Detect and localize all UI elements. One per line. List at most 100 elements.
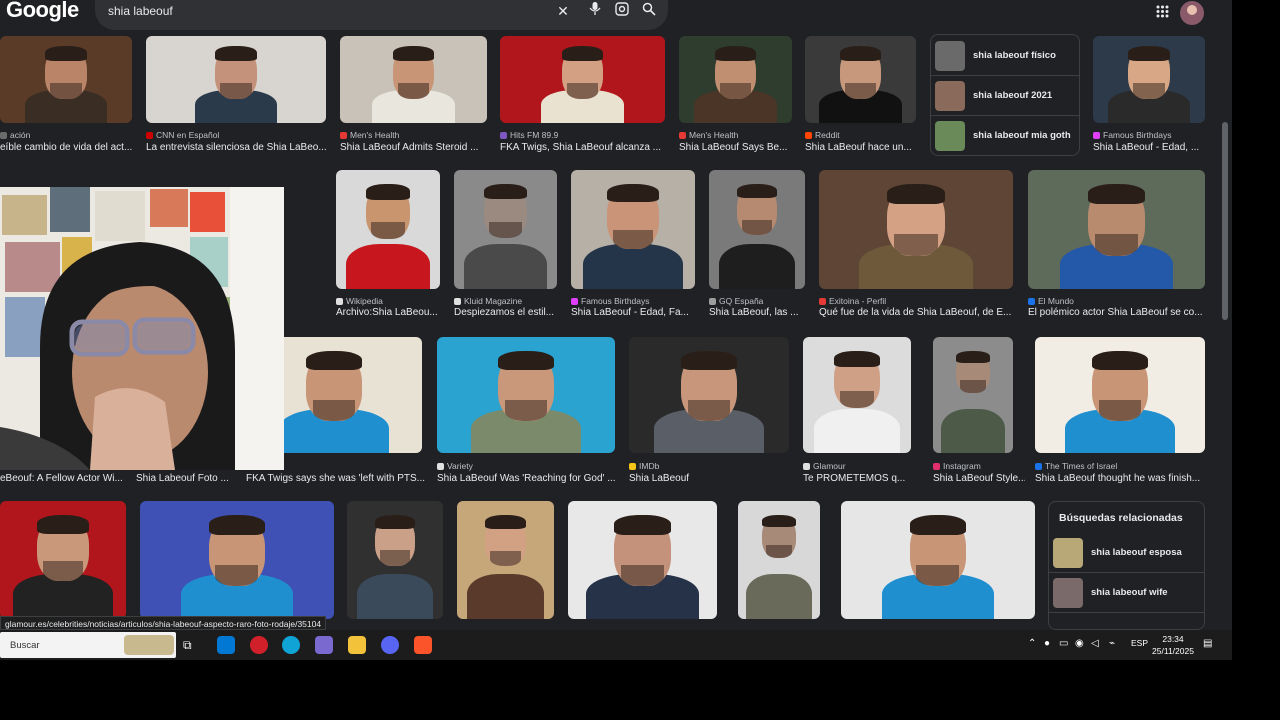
result-thumbnail[interactable] [0, 501, 126, 619]
result-thumbnail[interactable] [0, 36, 132, 123]
scrollbar-thumb[interactable] [1222, 122, 1228, 320]
apps-grid-icon[interactable] [1156, 5, 1169, 21]
result-thumbnail[interactable] [347, 501, 443, 619]
result-source[interactable]: The Times of Israel [1035, 461, 1215, 471]
network-icon[interactable]: ⌁ [1109, 638, 1115, 649]
result-source[interactable]: Kluid Magazine [454, 296, 567, 306]
result-thumbnail[interactable] [340, 36, 487, 123]
store-icon[interactable] [217, 636, 235, 654]
result-title[interactable]: FKA Twigs says she was 'left with PTS... [246, 473, 434, 484]
result-title[interactable]: Shia LaBeouf Style... [933, 473, 1025, 484]
result-title[interactable]: Despiezamos el estil... [454, 307, 569, 318]
result-source[interactable]: CNN en Español [146, 130, 336, 140]
result-title[interactable]: Shia LaBeouf Says Be... [679, 142, 804, 153]
edge-icon[interactable] [282, 636, 300, 654]
close-icon[interactable]: ✕ [554, 2, 572, 20]
file-explorer-icon[interactable] [348, 636, 366, 654]
result-title[interactable]: Shia LaBeouf - Edad, ... [1093, 142, 1217, 153]
result-thumbnail[interactable] [629, 337, 789, 453]
result-thumbnail[interactable] [819, 170, 1013, 289]
result-thumbnail[interactable] [709, 170, 805, 289]
result-title[interactable]: Archivo:Shia LaBeou... [336, 307, 452, 318]
result-thumbnail[interactable] [738, 501, 820, 619]
related-search-item[interactable]: shia labeouf wife [1049, 573, 1204, 613]
result-source[interactable]: Famous Birthdays [1093, 130, 1215, 140]
related-search-item[interactable]: shia labeouf mia goth [931, 116, 1079, 155]
result-title[interactable]: Shia LaBeouf - Edad, Fa... [571, 307, 707, 318]
discord-icon[interactable] [381, 636, 399, 654]
result-title[interactable]: Shia Labeouf Foto ... [136, 473, 252, 484]
result-title[interactable]: Te PROMETEMOS q... [803, 473, 923, 484]
task-view-icon[interactable]: ⧉ [183, 636, 201, 654]
camera-icon[interactable]: ◉ [1075, 638, 1084, 649]
game-app-icon[interactable] [250, 636, 268, 654]
result-thumbnail[interactable] [805, 36, 916, 123]
notifications-icon[interactable]: ▤ [1203, 638, 1212, 649]
language-indicator[interactable]: ESP [1131, 638, 1148, 648]
result-source[interactable]: Instagram [933, 461, 1023, 471]
result-title[interactable]: Shia LaBeouf [629, 473, 801, 484]
lens-icon[interactable] [613, 2, 631, 20]
result-thumbnail[interactable] [437, 337, 615, 453]
result-thumbnail[interactable] [146, 36, 326, 123]
page-scrollbar[interactable] [1220, 30, 1232, 630]
microphone-tray-icon[interactable]: ● [1044, 638, 1050, 649]
result-source[interactable]: Exitoina - Perfil [819, 296, 1023, 306]
result-title[interactable]: La entrevista silenciosa de Shia LaBeo..… [146, 142, 338, 153]
taskbar-search[interactable]: Buscar [0, 632, 176, 658]
microphone-icon[interactable] [586, 2, 604, 20]
result-thumbnail[interactable] [1035, 337, 1205, 453]
photo-hair [1128, 46, 1170, 62]
result-source[interactable]: IMDb [629, 461, 799, 471]
result-thumbnail[interactable] [500, 36, 665, 123]
result-title[interactable]: El polémico actor Shia LaBeouf se co... [1028, 307, 1217, 318]
search-icon[interactable] [640, 2, 658, 20]
result-title[interactable]: Shia LaBeouf Admits Steroid ... [340, 142, 499, 153]
chevron-up-icon[interactable]: ⌃ [1028, 638, 1036, 649]
result-title[interactable]: Shia LaBeouf, las ... [709, 307, 817, 318]
result-source[interactable]: Men's Health [340, 130, 497, 140]
result-title[interactable]: eíble cambio de vida del act... [0, 142, 144, 153]
search-box[interactable]: shia labeouf ✕ [95, 0, 668, 30]
google-logo[interactable]: Google [6, 0, 79, 23]
result-thumbnail[interactable] [1093, 36, 1205, 123]
result-source[interactable]: El Mundo [1028, 296, 1215, 306]
result-source[interactable]: Men's Health [679, 130, 802, 140]
result-title[interactable]: FKA Twigs, Shia LaBeouf alcanza ... [500, 142, 677, 153]
result-source[interactable]: Variety [437, 461, 625, 471]
related-search-item[interactable]: shia labeouf físico [931, 36, 1079, 76]
taskbar-search-input[interactable]: Buscar [10, 640, 40, 651]
account-avatar[interactable] [1180, 1, 1204, 25]
result-thumbnail[interactable] [571, 170, 695, 289]
result-source[interactable]: Reddit [805, 130, 926, 140]
search-input[interactable]: shia labeouf [108, 4, 173, 18]
copilot-icon[interactable] [315, 636, 333, 654]
volume-icon[interactable]: ◁ [1091, 638, 1099, 649]
result-thumbnail[interactable] [140, 501, 334, 619]
brave-icon[interactable] [414, 636, 432, 654]
result-thumbnail[interactable] [568, 501, 717, 619]
result-source[interactable]: ación [0, 130, 142, 140]
result-source[interactable]: Glamour [803, 461, 921, 471]
result-thumbnail[interactable] [679, 36, 792, 123]
result-thumbnail[interactable] [803, 337, 911, 453]
result-title[interactable]: Shia LaBeouf hace un... [805, 142, 928, 153]
result-thumbnail[interactable] [933, 337, 1013, 453]
result-thumbnail[interactable] [336, 170, 440, 289]
result-thumbnail[interactable] [1028, 170, 1205, 289]
result-thumbnail[interactable] [454, 170, 557, 289]
result-title[interactable]: Shia LaBeouf thought he was finish... [1035, 473, 1217, 484]
result-source[interactable]: Wikipedia [336, 296, 450, 306]
result-thumbnail[interactable] [841, 501, 1035, 619]
result-thumbnail[interactable] [457, 501, 554, 619]
result-source[interactable]: Famous Birthdays [571, 296, 705, 306]
result-title[interactable]: eBeouf: A Fellow Actor Wi... [0, 473, 136, 484]
result-title[interactable]: Qué fue de la vida de Shia LaBeouf, de E… [819, 307, 1025, 318]
related-search-item[interactable]: shia labeouf esposa [1049, 533, 1204, 573]
result-source[interactable]: Hits FM 89.9 [500, 130, 675, 140]
related-search-item[interactable]: shia labeouf 2021 [931, 76, 1079, 116]
system-clock[interactable]: 23:34 25/11/2025 [1152, 633, 1194, 657]
display-icon[interactable]: ▭ [1059, 638, 1068, 649]
result-title[interactable]: Shia LaBeouf Was 'Reaching for God' ... [437, 473, 627, 484]
result-source[interactable]: GQ España [709, 296, 815, 306]
